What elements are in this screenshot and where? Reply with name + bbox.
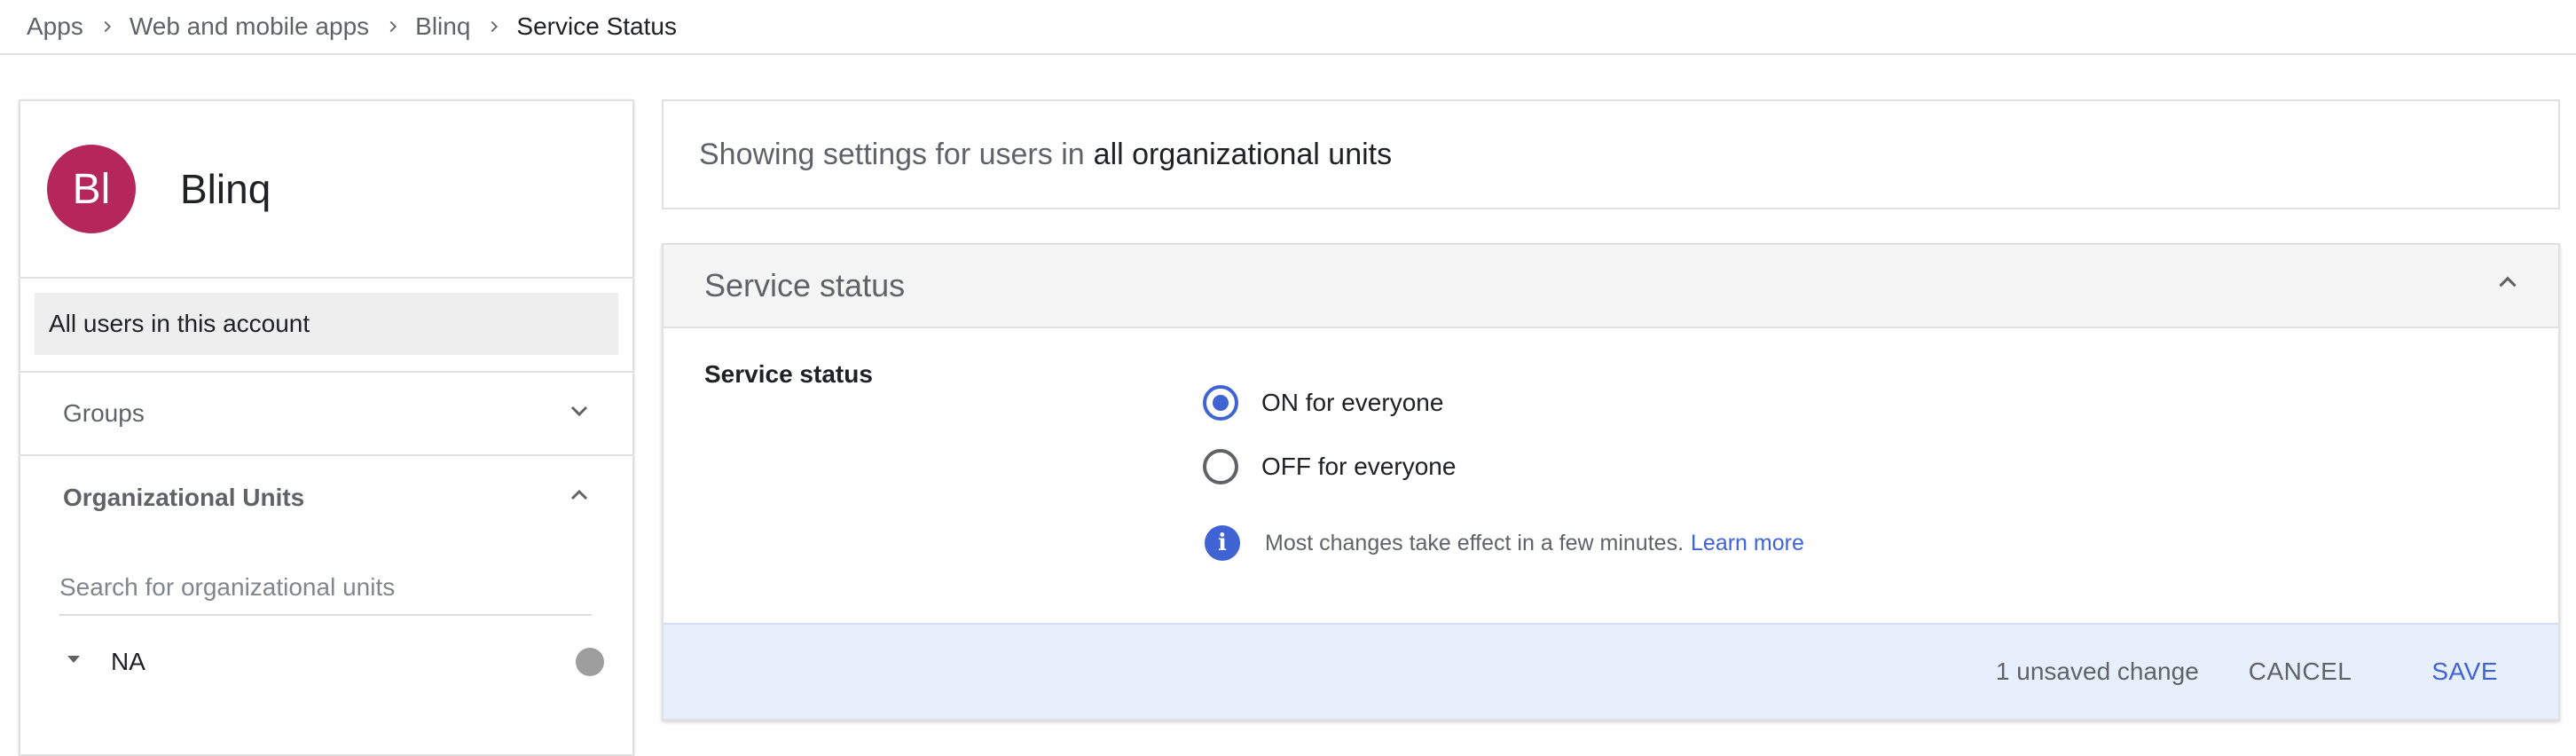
- status-dot-icon: [576, 648, 604, 676]
- breadcrumb-web-mobile-apps[interactable]: Web and mobile apps: [130, 12, 369, 41]
- panel-header[interactable]: Service status: [664, 245, 2558, 328]
- collapse-chevron-up-icon[interactable]: [2493, 267, 2523, 305]
- chevron-right-icon: [98, 17, 117, 36]
- all-users-item[interactable]: All users in this account: [35, 293, 618, 355]
- caret-down-icon[interactable]: [63, 648, 84, 676]
- chevron-right-icon: [484, 17, 504, 36]
- org-sidebar: Bl Blinq All users in this account Group…: [19, 99, 634, 756]
- org-unit-search: [59, 561, 592, 616]
- banner-scope: all organizational units: [1093, 137, 1393, 171]
- breadcrumb-app[interactable]: Blinq: [415, 12, 470, 41]
- org-scope-banner: Showing settings for users in all organi…: [662, 99, 2560, 209]
- radio-off-for-everyone[interactable]: OFF for everyone: [1203, 449, 1456, 484]
- groups-section[interactable]: Groups: [20, 373, 632, 456]
- app-name: Blinq: [180, 166, 271, 212]
- app-header: Bl Blinq: [20, 101, 632, 279]
- info-message: i Most changes take effect in a few minu…: [1205, 525, 1804, 561]
- unsaved-changes-count: 1 unsaved change: [1995, 658, 2199, 685]
- org-units-label: Organizational Units: [63, 484, 305, 511]
- breadcrumb-apps[interactable]: Apps: [27, 12, 83, 41]
- avatar: Bl: [47, 145, 136, 233]
- radio-unchecked-icon[interactable]: [1203, 449, 1238, 484]
- org-unit-label: NA: [111, 648, 145, 675]
- setting-label: Service status: [704, 360, 873, 388]
- info-text: Most changes take effect in a few minute…: [1265, 530, 1685, 555]
- radio-checked-icon[interactable]: [1203, 385, 1238, 421]
- groups-label: Groups: [63, 399, 145, 427]
- chevron-up-icon[interactable]: [565, 481, 593, 516]
- info-icon: i: [1205, 525, 1240, 561]
- radio-on-label: ON for everyone: [1261, 389, 1444, 416]
- save-button[interactable]: SAVE: [2431, 658, 2498, 686]
- service-status-panel: Service status Service status ON for eve…: [662, 243, 2560, 721]
- radio-on-for-everyone[interactable]: ON for everyone: [1203, 385, 1443, 421]
- banner-prefix: Showing settings for users in: [699, 137, 1085, 171]
- all-users-section: All users in this account: [20, 279, 632, 373]
- org-unit-search-input[interactable]: [59, 573, 592, 602]
- chevron-right-icon: [383, 17, 403, 36]
- learn-more-link[interactable]: Learn more: [1691, 531, 1804, 556]
- panel-title: Service status: [704, 267, 906, 303]
- breadcrumb-current: Service Status: [516, 12, 677, 40]
- radio-off-label: OFF for everyone: [1261, 453, 1457, 480]
- cancel-button[interactable]: CANCEL: [2249, 658, 2352, 686]
- panel-body: Service status ON for everyone OFF for e…: [664, 328, 2558, 621]
- breadcrumb: Apps Web and mobile apps Blinq Service S…: [0, 0, 2576, 55]
- chevron-down-icon[interactable]: [565, 397, 593, 431]
- org-units-section[interactable]: Organizational Units: [20, 456, 632, 539]
- save-bar: 1 unsaved change CANCEL SAVE: [664, 623, 2558, 719]
- org-unit-node[interactable]: NA: [20, 616, 632, 708]
